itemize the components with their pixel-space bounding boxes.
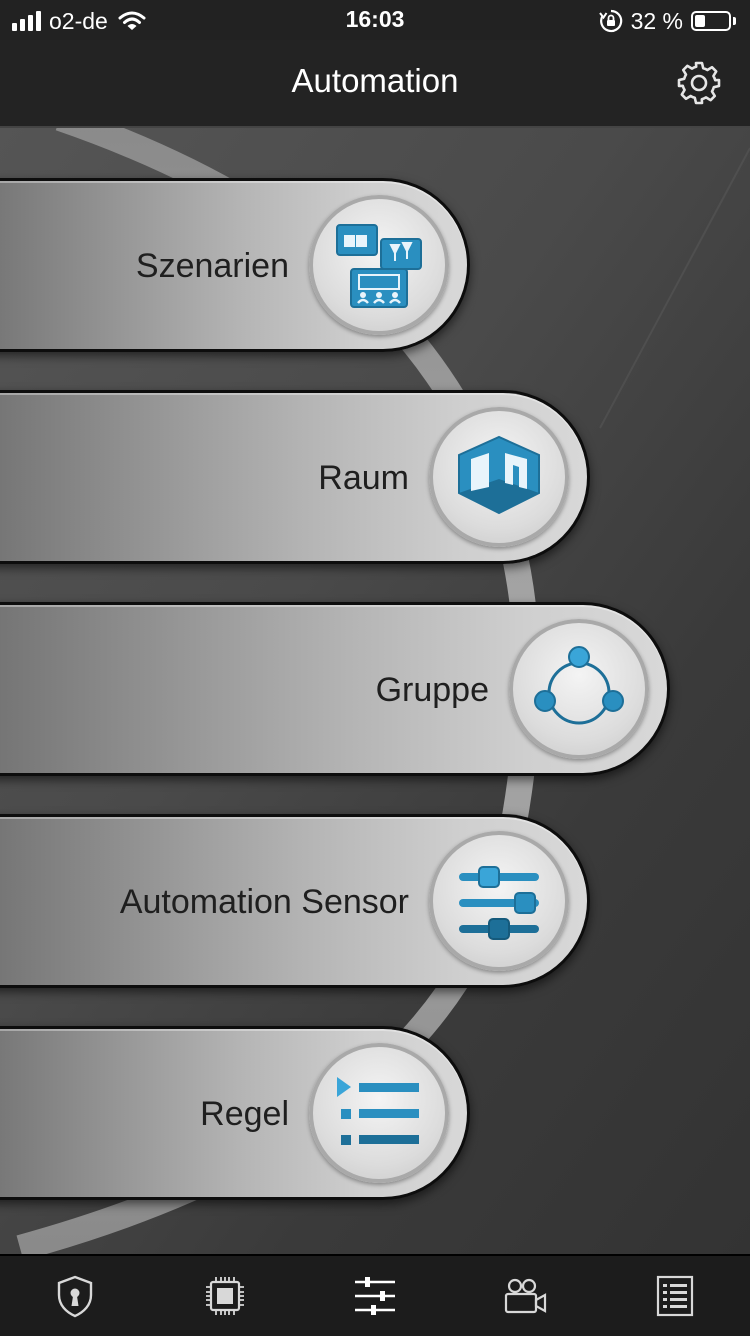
sensor-sliders-icon — [429, 831, 569, 971]
tab-camera[interactable] — [450, 1256, 600, 1336]
tab-security[interactable] — [0, 1256, 150, 1336]
menu-item-label: Regel — [200, 1095, 289, 1133]
page-title: Automation — [291, 62, 459, 99]
menu-item-szenarien[interactable]: Szenarien — [0, 178, 470, 352]
tab-automation[interactable] — [300, 1256, 450, 1336]
battery-percent: 32 % — [630, 7, 683, 34]
group-icon — [509, 619, 649, 759]
menu-item-raum[interactable]: Raum — [0, 390, 590, 564]
tab-bar — [0, 1254, 750, 1336]
shield-lock-icon — [57, 1275, 93, 1318]
menu-item-gruppe[interactable]: Gruppe — [0, 602, 670, 776]
list-icon — [656, 1275, 694, 1317]
rule-list-icon — [309, 1043, 449, 1183]
menu-item-label: Szenarien — [135, 247, 289, 285]
menu-item-label: Gruppe — [375, 671, 489, 709]
automation-menu: Szenarien Raum Gruppe Automation Sensor … — [0, 128, 750, 1254]
tab-devices[interactable] — [150, 1256, 300, 1336]
rotation-lock-icon — [598, 9, 622, 33]
room-icon — [429, 407, 569, 547]
nav-bar: Automation — [0, 40, 750, 128]
scenes-icon — [309, 195, 449, 335]
settings-button[interactable] — [676, 60, 722, 106]
status-right: 32 % — [598, 6, 736, 36]
menu-item-automation-sensor[interactable]: Automation Sensor — [0, 814, 590, 988]
tab-log[interactable] — [600, 1256, 750, 1336]
chip-icon — [206, 1277, 244, 1315]
menu-item-label: Raum — [318, 459, 409, 497]
menu-item-label: Automation Sensor — [119, 883, 409, 921]
gear-icon — [677, 61, 721, 105]
battery-tip — [733, 17, 736, 25]
sliders-icon — [355, 1277, 395, 1315]
camera-icon — [504, 1278, 547, 1314]
menu-item-regel[interactable]: Regel — [0, 1026, 470, 1200]
battery-icon — [691, 11, 731, 31]
status-bar: o2-de 16:03 32 % — [0, 0, 750, 40]
